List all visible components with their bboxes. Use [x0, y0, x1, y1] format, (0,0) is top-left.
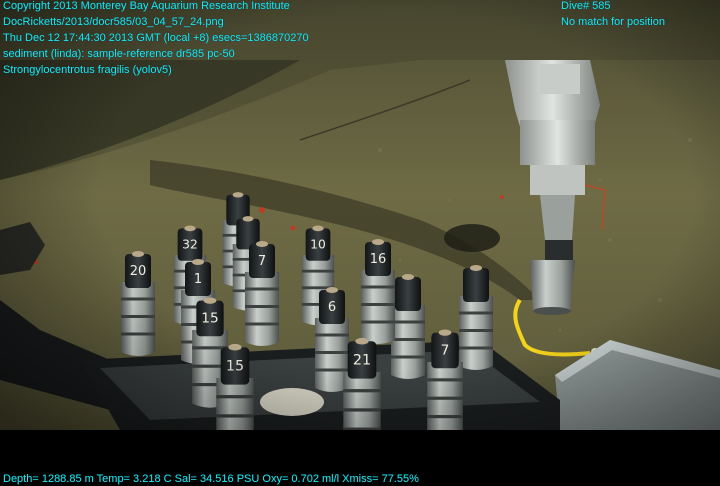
file-path-text: DocRicketts/2013/docr585/03_04_57_24.png: [3, 16, 224, 28]
copyright-text: Copyright 2013 Monterey Bay Aquarium Res…: [3, 0, 290, 12]
position-status-text: No match for position: [561, 16, 665, 28]
sample-note-text: sediment (linda): sample-reference dr585…: [3, 48, 235, 60]
species-detection-text: Strongylocentrotus fragilis (yolov5): [3, 64, 172, 76]
timestamp-text: Thu Dec 12 17:44:30 2013 GMT (local +8) …: [3, 32, 309, 44]
telemetry-text: Depth= 1288.85 m Temp= 3.218 C Sal= 34.5…: [3, 473, 419, 485]
video-frame: 203217101661515217 Copyright 2013 Monter…: [0, 0, 720, 486]
dive-number-text: Dive# 585: [561, 0, 611, 12]
